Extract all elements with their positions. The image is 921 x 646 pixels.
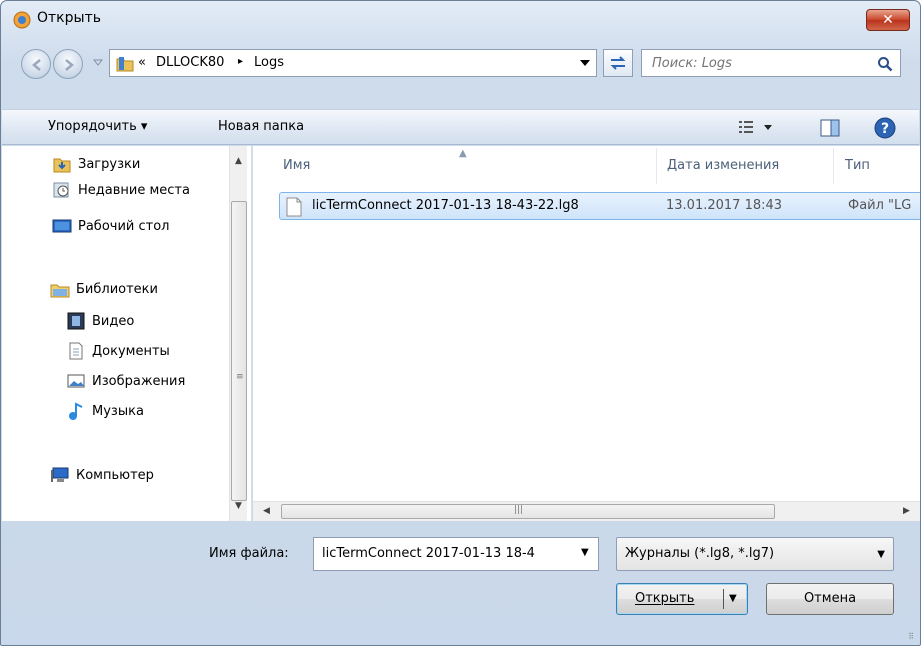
scroll-up-arrow-icon[interactable]: ▲	[235, 156, 242, 166]
open-options-dropdown-icon[interactable]: ▼	[729, 593, 737, 604]
open-file-dialog: Открыть ✕ « DLLOCK80 ▸ Logs Поиск: Logs …	[0, 0, 921, 646]
close-button[interactable]: ✕	[866, 9, 910, 31]
change-view-button[interactable]	[738, 119, 774, 139]
chevron-down-icon: ▼	[581, 547, 589, 558]
downloads-folder-icon	[53, 158, 71, 173]
navigation-row: « DLLOCK80 ▸ Logs	[21, 47, 901, 81]
refresh-button[interactable]	[603, 49, 633, 77]
preview-pane-button[interactable]	[820, 119, 840, 141]
forward-button[interactable]	[53, 49, 83, 79]
music-icon	[69, 402, 83, 420]
breadcrumb-separator-icon[interactable]: ▸	[238, 56, 243, 67]
recent-pages-dropdown-icon[interactable]	[93, 59, 103, 67]
scroll-right-arrow-icon[interactable]: ▶	[903, 506, 910, 516]
new-folder-button[interactable]: Новая папка	[218, 119, 304, 134]
resize-grip-icon[interactable]: ⠿	[908, 632, 914, 641]
pictures-icon	[67, 374, 85, 388]
nav-item-label: Рабочий стол	[78, 218, 170, 234]
help-button[interactable]: ?	[874, 117, 896, 143]
address-dropdown-icon[interactable]	[580, 60, 590, 67]
forward-arrow-icon	[65, 59, 74, 71]
open-button-label: Открыть	[635, 591, 695, 606]
filename-label: Имя файла:	[209, 546, 289, 561]
recent-places-icon	[53, 182, 69, 198]
column-separator[interactable]	[656, 148, 657, 184]
search-input[interactable]	[642, 50, 867, 76]
nav-item-pictures[interactable]: Изображения	[66, 369, 185, 393]
file-list-pane: ▲ Имя Дата изменения Тип licTermConnect …	[253, 146, 920, 521]
preview-pane-icon	[820, 119, 840, 137]
title-bar: Открыть ✕	[1, 1, 920, 39]
refresh-icon	[610, 56, 626, 70]
nav-item-label: Музыка	[92, 403, 144, 419]
app-icon	[13, 11, 31, 29]
file-name: licTermConnect 2017-01-13 18-43-22.lg8	[312, 198, 579, 213]
address-bar[interactable]: « DLLOCK80 ▸ Logs	[109, 49, 597, 77]
column-header-date[interactable]: Дата изменения	[667, 158, 779, 173]
scrollbar-grip-icon: |||	[514, 505, 524, 515]
nav-item-music[interactable]: Музыка	[66, 399, 144, 423]
nav-item-video[interactable]: Видео	[66, 309, 134, 333]
scrollbar-thumb[interactable]: |||	[281, 504, 775, 519]
file-icon	[286, 197, 302, 217]
breadcrumb-logs[interactable]: Logs	[254, 55, 284, 70]
cancel-button[interactable]: Отмена	[766, 583, 894, 615]
desktop-icon	[52, 219, 72, 233]
video-icon	[67, 312, 85, 330]
column-separator[interactable]	[833, 148, 834, 184]
horizontal-scrollbar[interactable]: ◀ ||| ▶	[253, 501, 920, 521]
close-icon: ✕	[882, 12, 894, 28]
nav-item-label: Библиотеки	[76, 281, 158, 297]
nav-item-documents[interactable]: Документы	[66, 339, 170, 363]
documents-icon	[69, 342, 83, 360]
file-type: Файл "LG	[848, 198, 912, 213]
nav-item-libraries[interactable]: Библиотеки	[50, 277, 158, 301]
nav-item-computer[interactable]: Компьютер	[50, 463, 154, 487]
window-title: Открыть	[37, 10, 101, 26]
filename-combobox[interactable]: licTermConnect 2017-01-13 18-4 ▼	[313, 537, 599, 571]
filename-dropdown-button[interactable]: ▼	[574, 538, 598, 570]
column-header-name[interactable]: Имя	[283, 158, 310, 173]
cancel-button-label: Отмена	[803, 591, 857, 606]
chevron-down-icon: ▼	[877, 549, 885, 560]
address-overflow-chevron[interactable]: «	[138, 55, 146, 70]
scrollbar-grip-icon: ≡	[236, 372, 244, 382]
search-icon[interactable]	[877, 56, 893, 72]
nav-item-label: Изображения	[92, 373, 186, 389]
computer-icon	[51, 467, 69, 482]
views-icon	[739, 121, 772, 133]
folder-icon	[116, 57, 134, 72]
nav-item-label: Документы	[92, 343, 170, 359]
nav-item-label: Компьютер	[76, 467, 154, 483]
nav-item-recent-places[interactable]: Недавние места	[52, 178, 190, 202]
breadcrumb-dllock80[interactable]: DLLOCK80	[156, 55, 224, 70]
split-divider	[723, 589, 724, 609]
navigation-scrollbar[interactable]: ▲ ≡ ▼	[229, 146, 247, 521]
organize-button[interactable]: Упорядочить ▾	[48, 119, 147, 134]
nav-item-desktop[interactable]: Рабочий стол	[52, 214, 169, 238]
file-type-filter-select[interactable]: Журналы (*.lg8, *.lg7) ▼	[616, 537, 894, 571]
svg-text:?: ?	[881, 121, 889, 137]
scrollbar-thumb[interactable]: ≡	[231, 201, 247, 501]
help-icon: ?	[874, 117, 896, 139]
libraries-icon	[50, 284, 70, 298]
nav-item-downloads[interactable]: Загрузки	[52, 152, 140, 176]
search-box[interactable]	[641, 49, 901, 77]
filename-input[interactable]: licTermConnect 2017-01-13 18-4	[322, 546, 535, 561]
open-button[interactable]: Открыть ▼	[616, 583, 748, 615]
sort-ascending-icon: ▲	[459, 148, 467, 159]
nav-item-label: Загрузки	[78, 156, 141, 172]
back-button[interactable]	[21, 49, 51, 79]
scroll-left-arrow-icon[interactable]: ◀	[263, 506, 270, 516]
command-toolbar: Упорядочить ▾ Новая папка ?	[2, 109, 919, 145]
file-type-filter-value: Журналы (*.lg8, *.lg7)	[625, 546, 775, 561]
scroll-down-arrow-icon[interactable]: ▼	[235, 501, 242, 511]
navigation-pane: Загрузки Недавние места Рабочий стол Биб…	[2, 146, 252, 521]
back-arrow-icon	[32, 59, 41, 71]
file-row[interactable]: licTermConnect 2017-01-13 18-43-22.lg8 1…	[279, 192, 920, 220]
nav-item-label: Видео	[92, 313, 135, 329]
nav-item-label: Недавние места	[78, 182, 190, 198]
file-date: 13.01.2017 18:43	[666, 198, 783, 213]
column-header-type[interactable]: Тип	[845, 158, 870, 173]
